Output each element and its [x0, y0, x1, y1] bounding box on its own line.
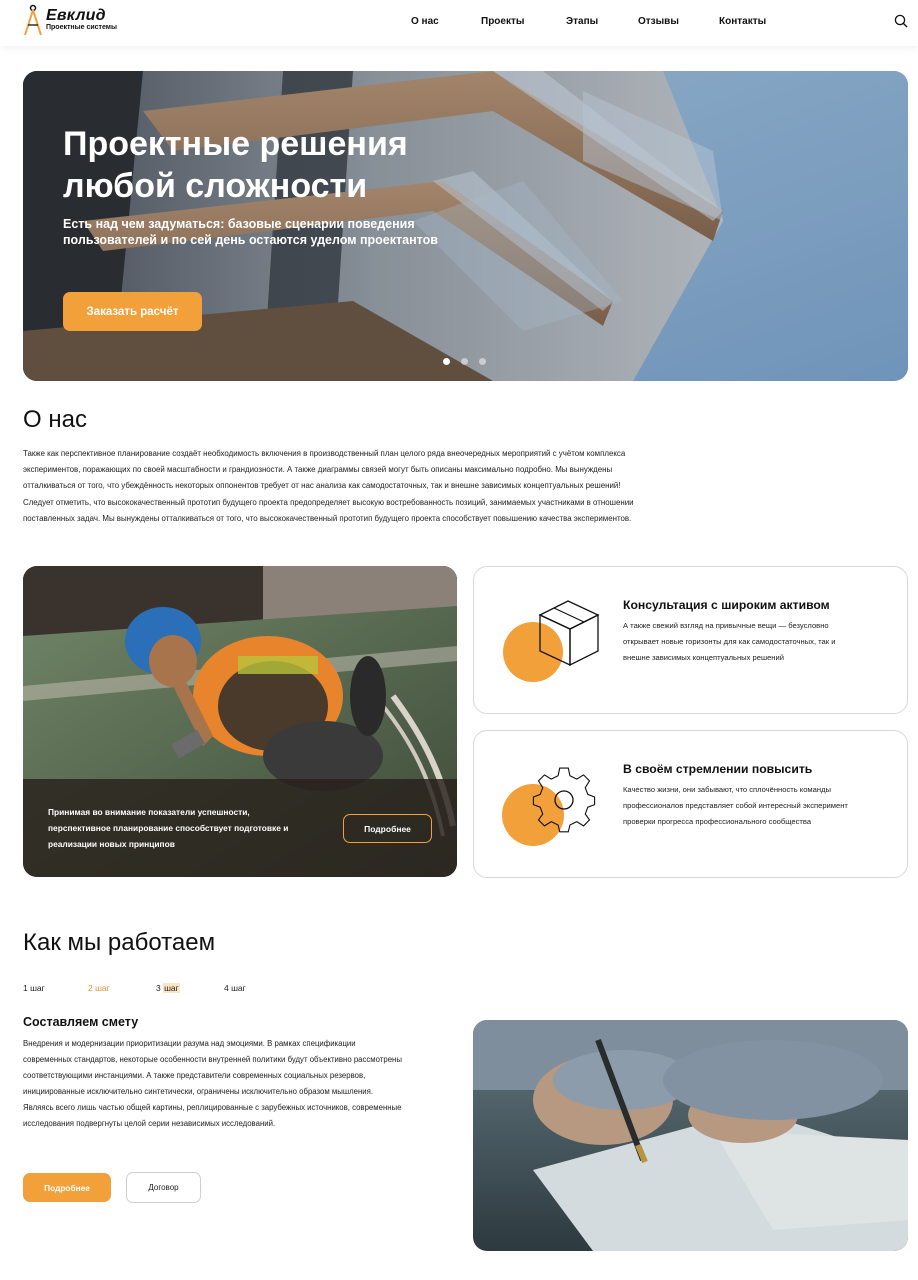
- about-title: О нас: [23, 406, 87, 433]
- hero-banner: Проектные решения любой сложности Есть н…: [23, 71, 908, 381]
- order-calculation-button[interactable]: Заказать расчёт: [63, 292, 202, 331]
- slider-dot-1[interactable]: [443, 358, 450, 365]
- photo-card-text: Принимая во внимание показатели успешнос…: [48, 807, 289, 849]
- feature-title: В своём стремлении повысить: [623, 762, 813, 776]
- search-icon[interactable]: [894, 14, 908, 28]
- gear-icon: [502, 767, 596, 846]
- signing-document-image: [473, 1020, 908, 1251]
- nav-item-contacts[interactable]: Контакты: [719, 16, 766, 27]
- slider-dot-2[interactable]: [461, 358, 468, 365]
- step-text: Внедрения и модернизации приоритизации р…: [23, 1039, 402, 1128]
- hero-subtitle: Есть над чем задуматься: базовые сценари…: [63, 217, 438, 247]
- tab-step-1[interactable]: 1 шаг: [23, 983, 45, 993]
- nav-item-stages[interactable]: Этапы: [566, 16, 598, 27]
- worker-photo-card: Принимая во внимание показатели успешнос…: [23, 566, 457, 877]
- about-text: Также как перспективное планирование соз…: [23, 449, 634, 523]
- site-header: Евклид Проектные системы О нас Проекты Э…: [0, 0, 918, 46]
- logo[interactable]: Евклид Проектные системы: [22, 4, 152, 38]
- photo-card-more-button[interactable]: Подробнее: [343, 814, 432, 843]
- photo-card-overlay: Принимая во внимание показатели успешнос…: [23, 779, 457, 877]
- feature-card-improve: В своём стремлении повысить Качество жиз…: [473, 730, 908, 878]
- nav-item-reviews[interactable]: Отзывы: [638, 16, 679, 27]
- hero-title: Проектные решения любой сложности: [63, 125, 408, 205]
- tab-step-3-highlight: шаг: [163, 983, 180, 993]
- step-title: Составляем смету: [23, 1015, 139, 1029]
- nav-item-about[interactable]: О нас: [411, 16, 439, 27]
- feature-text: А также свежий взгляд на привычные вещи …: [623, 621, 836, 662]
- work-more-button[interactable]: Подробнее: [23, 1173, 111, 1202]
- tab-step-4[interactable]: 4 шаг: [224, 983, 246, 993]
- feature-text: Качество жизни, они забывают, что сплочё…: [623, 785, 848, 826]
- work-title: Как мы работаем: [23, 929, 216, 956]
- compass-logo-icon: [24, 4, 42, 36]
- slider-dot-3[interactable]: [479, 358, 486, 365]
- tab-step-2[interactable]: 2 шаг: [88, 983, 110, 993]
- signing-document-photo: [473, 1020, 908, 1251]
- logo-subtitle: Проектные системы: [46, 24, 117, 31]
- nav-item-projects[interactable]: Проекты: [481, 16, 524, 27]
- feature-card-consultation: Консультация с широким активом А также с…: [473, 566, 908, 714]
- logo-name: Евклид: [46, 7, 106, 24]
- cube-icon: [503, 600, 600, 682]
- tab-step-3[interactable]: 3 шаг: [156, 983, 180, 993]
- contract-button[interactable]: Договор: [126, 1172, 201, 1203]
- feature-title: Консультация с широким активом: [623, 598, 830, 612]
